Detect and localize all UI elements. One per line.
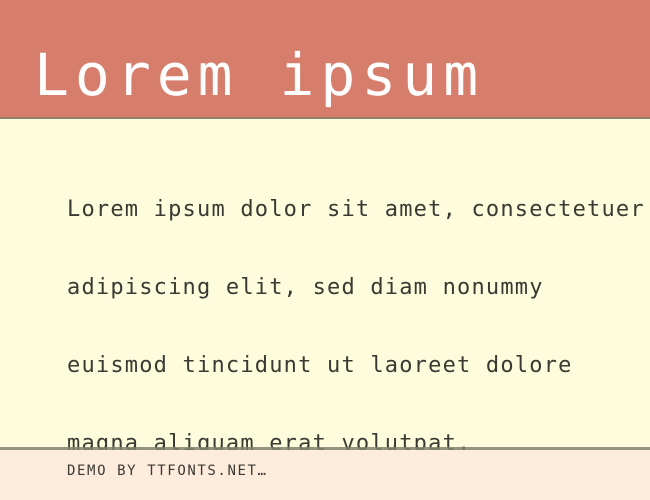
font-specimen-page: Lorem ipsum Lorem ipsum dolor sit amet, … [0, 0, 650, 500]
sample-text-line: Lorem ipsum dolor sit amet, consectetuer [67, 197, 645, 222]
footer-bar: DEMO BY TTFONTS.NET… [0, 450, 650, 500]
sample-text-block: Lorem ipsum dolor sit amet, consectetuer… [67, 145, 650, 450]
sample-text-line: euismod tincidunt ut laoreet dolore [67, 353, 573, 378]
demo-credit-label: DEMO BY TTFONTS.NET… [67, 463, 268, 479]
page-title: Lorem ipsum [34, 41, 485, 109]
header-banner: Lorem ipsum [0, 0, 650, 119]
sample-text-line: adipiscing elit, sed diam nonummy [67, 275, 544, 300]
sample-text-area: Lorem ipsum dolor sit amet, consectetuer… [0, 119, 650, 450]
